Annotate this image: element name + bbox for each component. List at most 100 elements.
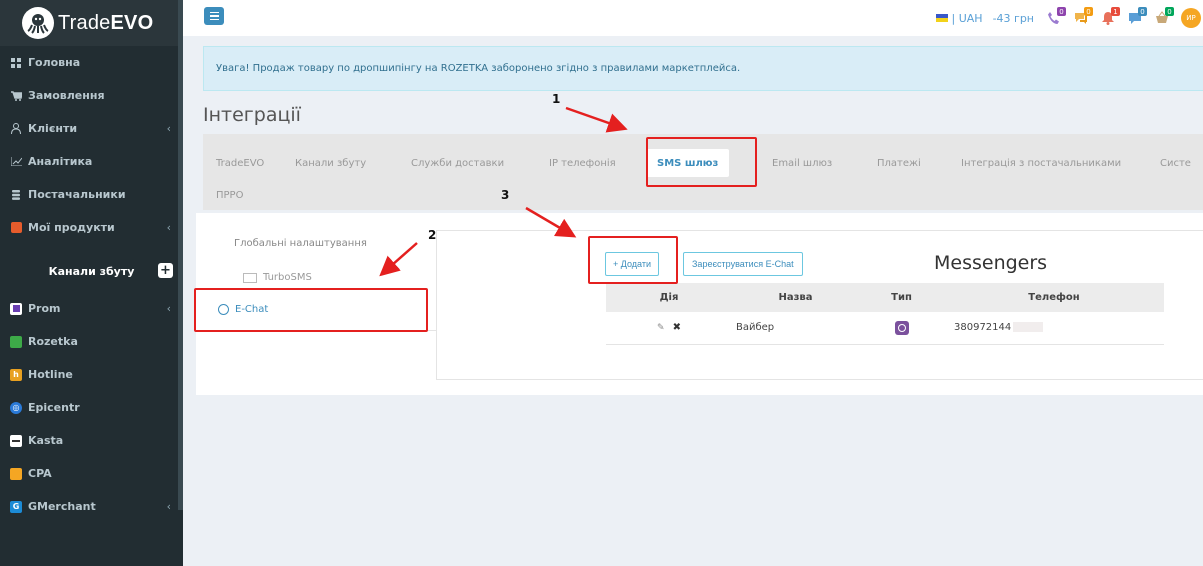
- notification-badge: 1: [1111, 7, 1120, 16]
- currency-label[interactable]: | UAH: [952, 12, 983, 25]
- turbosms-item[interactable]: TurboSMS: [243, 272, 312, 283]
- edit-icon[interactable]: ✎: [657, 323, 665, 333]
- sidebar-item-clients[interactable]: Клієнти ‹: [0, 112, 183, 145]
- annotation-number-1: 1: [552, 92, 561, 106]
- sidebar-item-hotline[interactable]: h Hotline: [0, 358, 183, 391]
- add-channel-button[interactable]: +: [158, 263, 173, 278]
- tab-payments[interactable]: Платежі: [877, 152, 921, 174]
- chevron-left-icon: ‹: [166, 221, 171, 234]
- phone-icon[interactable]: 0: [1046, 7, 1066, 26]
- cpa-icon: [10, 467, 22, 480]
- table-header-row: Дія Назва Тип Телефон: [606, 283, 1164, 312]
- annotation-box-echat: [194, 288, 428, 332]
- sales-channels-header: Канали збуту +: [0, 250, 183, 292]
- tab-ip-telephony[interactable]: IP телефонія: [549, 152, 616, 174]
- message-icon[interactable]: 0: [1127, 7, 1147, 26]
- table-row: ✎ ✖ Вайбер 380972144: [606, 312, 1164, 345]
- chevron-left-icon: ‹: [166, 500, 171, 513]
- row-actions: ✎ ✖: [606, 312, 732, 345]
- notification-badge: 0: [1057, 7, 1066, 16]
- sidebar-item-rozetka[interactable]: Rozetka: [0, 325, 183, 358]
- rozetka-icon: [10, 335, 22, 348]
- tab-sales-channels[interactable]: Канали збуту: [295, 152, 366, 174]
- tab-email-gateway[interactable]: Email шлюз: [772, 152, 832, 174]
- menu-toggle-button[interactable]: [204, 7, 224, 25]
- rozetka-warning-alert: Увага! Продаж товару по дропшипінгу на R…: [203, 46, 1203, 91]
- sidebar-item-label: Epicentr: [28, 401, 80, 414]
- sidebar-item-label: GMerchant: [28, 500, 96, 513]
- viber-icon: [894, 320, 909, 335]
- column-header-type: Тип: [859, 283, 944, 312]
- sidebar-item-kasta[interactable]: Kasta: [0, 424, 183, 457]
- google-icon: G: [10, 500, 22, 513]
- annotation-box-add-button: [588, 236, 678, 284]
- topbar-right: | UAH -43 грн 0 0 1 0 0 ИР: [935, 0, 1203, 36]
- tab-system[interactable]: Систе: [1160, 152, 1191, 174]
- logo-text: TradeEVO: [58, 11, 154, 34]
- notification-badge: 0: [1084, 7, 1093, 16]
- octopus-logo-icon: [22, 7, 54, 39]
- basket-icon[interactable]: 0: [1154, 7, 1174, 26]
- sidebar-item-label: Kasta: [28, 434, 64, 447]
- chart-icon: [10, 156, 22, 168]
- phone-value: 380972144: [954, 322, 1012, 334]
- divider: [436, 230, 437, 380]
- column-header-name: Назва: [732, 283, 859, 312]
- sales-channels-label: Канали збуту: [48, 264, 135, 278]
- row-name: Вайбер: [732, 312, 859, 345]
- register-echat-button[interactable]: Зареєструватися E-Chat: [683, 252, 803, 276]
- sidebar-item-suppliers[interactable]: Постачальники: [0, 178, 183, 211]
- sidebar-item-orders[interactable]: Замовлення: [0, 79, 183, 112]
- annotation-number-2: 2: [428, 228, 437, 242]
- divider: [436, 379, 1203, 380]
- tab-prro[interactable]: ПРРО: [216, 184, 243, 206]
- sidebar-item-epicentr[interactable]: ◎ Epicentr: [0, 391, 183, 424]
- prom-icon: [10, 302, 22, 315]
- sidebar-item-cpa[interactable]: CPA: [0, 457, 183, 490]
- sidebar-item-gmerchant[interactable]: G GMerchant ‹: [0, 490, 183, 523]
- topbar: | UAH -43 грн 0 0 1 0 0 ИР: [183, 0, 1203, 36]
- messengers-table: Дія Назва Тип Телефон ✎ ✖ Вайбер 3809721…: [606, 283, 1164, 345]
- redacted-digits: [1013, 322, 1044, 333]
- sidebar-item-analytics[interactable]: Аналітика: [0, 145, 183, 178]
- notification-badge: 0: [1138, 7, 1147, 16]
- chevron-left-icon: ‹: [166, 122, 171, 135]
- annotation-box-sms-tab: [646, 137, 757, 187]
- sidebar-item-home[interactable]: Головна: [0, 46, 183, 79]
- sidebar-item-label: Hotline: [28, 368, 73, 381]
- epicentr-icon: ◎: [10, 401, 22, 414]
- sidebar-item-label: Клієнти: [28, 122, 78, 135]
- tab-tradeevo[interactable]: TradeEVO: [216, 152, 264, 174]
- logo[interactable]: TradeEVO: [0, 0, 183, 46]
- envelope-icon: [243, 272, 257, 283]
- balance-value[interactable]: -43 грн: [993, 12, 1034, 25]
- kasta-icon: [10, 434, 22, 447]
- annotation-number-3: 3: [501, 188, 510, 202]
- turbosms-label: TurboSMS: [263, 272, 312, 283]
- products-icon: [10, 222, 22, 234]
- tab-delivery-services[interactable]: Служби доставки: [411, 152, 504, 174]
- sidebar: TradeEVO Головна Замовлення Клієнти ‹ Ан…: [0, 0, 183, 566]
- sidebar-item-label: Замовлення: [28, 89, 105, 102]
- dashboard-icon: [10, 57, 22, 69]
- bell-icon[interactable]: 1: [1100, 7, 1120, 26]
- cart-icon: [10, 90, 22, 102]
- tab-supplier-integration[interactable]: Інтеграція з постачальниками: [961, 152, 1121, 174]
- hotline-icon: h: [10, 368, 22, 381]
- global-settings-link[interactable]: Глобальні налаштування: [234, 238, 367, 249]
- alert-text: Увага! Продаж товару по дропшипінгу на R…: [216, 63, 741, 74]
- chat-icon[interactable]: 0: [1073, 7, 1093, 26]
- divider: [436, 230, 1203, 231]
- sidebar-item-prom[interactable]: Prom ‹: [0, 292, 183, 325]
- sidebar-item-label: Prom: [28, 302, 61, 315]
- sidebar-item-my-products[interactable]: Мої продукти ‹: [0, 211, 183, 244]
- ukraine-flag-icon: [935, 14, 948, 22]
- delete-icon[interactable]: ✖: [673, 322, 681, 333]
- sidebar-item-label: Аналітика: [28, 155, 93, 168]
- database-icon: [10, 189, 22, 201]
- user-avatar[interactable]: ИР: [1181, 8, 1201, 28]
- column-header-phone: Телефон: [944, 283, 1164, 312]
- user-icon: [10, 123, 22, 135]
- page-title: Інтеграції: [203, 104, 301, 126]
- sidebar-item-label: Постачальники: [28, 188, 126, 201]
